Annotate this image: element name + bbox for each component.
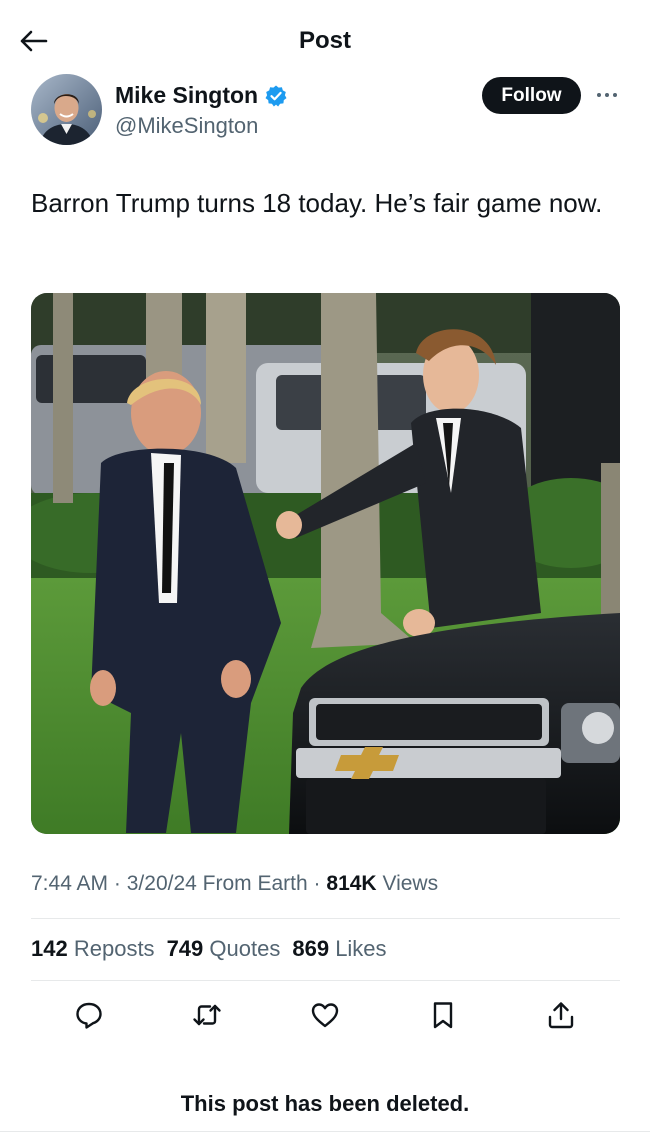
verified-badge-icon [265, 85, 287, 106]
top-bar: Post [0, 0, 650, 80]
post-time: 7:44 AM [31, 872, 109, 895]
views-count: 814K [326, 872, 377, 895]
reply-button[interactable] [72, 998, 106, 1032]
engagement-stats: 142 Reposts 749 Quotes 869 Likes [31, 936, 387, 962]
more-horizontal-icon [597, 93, 617, 97]
divider [0, 1131, 650, 1132]
author-handle[interactable]: @MikeSington [115, 113, 258, 139]
like-icon [311, 1003, 339, 1028]
like-button[interactable] [308, 998, 342, 1032]
bookmark-icon [433, 1002, 453, 1029]
avatar[interactable] [31, 74, 102, 145]
author-name[interactable]: Mike Sington [115, 82, 258, 109]
author-name-row[interactable]: Mike Sington [115, 82, 288, 109]
repost-button[interactable] [190, 998, 224, 1032]
page-title: Post [298, 27, 351, 54]
more-options-button[interactable] [594, 84, 620, 106]
post-location: From Earth [202, 872, 308, 895]
views-label: Views [382, 872, 439, 895]
deleted-notice: This post has been deleted. [180, 1091, 470, 1116]
post-meta: 7:44 AM · 3/20/24 From Earth · 814K View… [31, 872, 438, 896]
share-icon [548, 1002, 574, 1029]
share-button[interactable] [544, 998, 578, 1032]
follow-button[interactable]: Follow [482, 77, 581, 114]
post-image[interactable] [31, 293, 620, 834]
divider [31, 918, 620, 919]
bookmark-button[interactable] [426, 998, 460, 1032]
divider [31, 980, 620, 981]
reply-icon [76, 1002, 102, 1029]
post-date: 3/20/24 [126, 872, 197, 895]
quotes-stat[interactable]: 749 Quotes [167, 936, 281, 962]
post-text: Barron Trump turns 18 today. He’s fair g… [31, 188, 603, 218]
repost-icon [193, 1004, 221, 1026]
meta-separator: · [313, 872, 321, 895]
likes-stat[interactable]: 869 Likes [292, 936, 386, 962]
meta-separator: · [113, 872, 121, 895]
reposts-stat[interactable]: 142 Reposts [31, 936, 155, 962]
